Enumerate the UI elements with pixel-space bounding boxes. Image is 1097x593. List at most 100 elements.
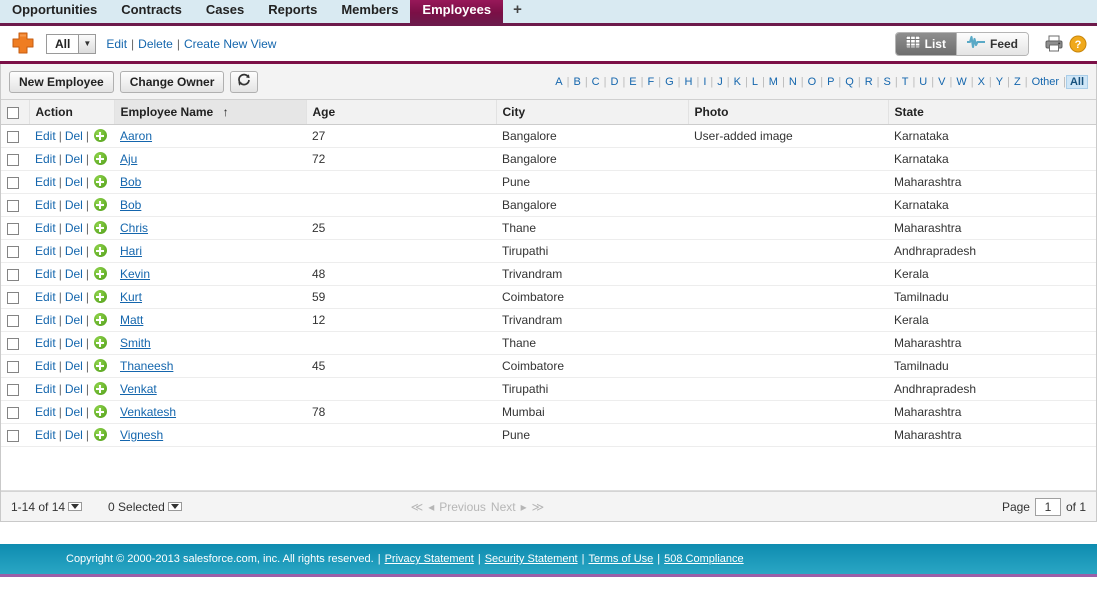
tab-reports[interactable]: Reports xyxy=(256,0,329,23)
column-header-employee-name[interactable]: Employee Name ↑ xyxy=(114,100,307,125)
alpha-filter-a[interactable]: A xyxy=(551,75,566,89)
list-view-select[interactable]: All ▼ xyxy=(46,33,97,54)
previous-page-arrow-icon[interactable]: ◂ xyxy=(428,500,434,514)
printer-icon[interactable] xyxy=(1045,35,1063,52)
edit-view-link[interactable]: Edit xyxy=(106,37,127,51)
add-circle-icon[interactable] xyxy=(93,290,107,303)
alpha-filter-q[interactable]: Q xyxy=(841,75,858,89)
row-checkbox[interactable] xyxy=(7,268,19,281)
row-edit-link[interactable]: Edit xyxy=(35,267,56,281)
alpha-filter-c[interactable]: C xyxy=(588,75,604,89)
employee-name-link[interactable]: Thaneesh xyxy=(120,359,173,373)
alpha-filter-p[interactable]: P xyxy=(823,75,838,89)
employee-name-link[interactable]: Venkatesh xyxy=(120,405,176,419)
column-header-action[interactable]: Action xyxy=(29,100,115,125)
security-statement-link[interactable]: Security Statement xyxy=(485,553,578,565)
alpha-filter-e[interactable]: E xyxy=(625,75,640,89)
add-circle-icon[interactable] xyxy=(93,175,107,188)
alpha-filter-h[interactable]: H xyxy=(681,75,697,89)
row-delete-link[interactable]: Del xyxy=(65,152,83,166)
alpha-filter-r[interactable]: R xyxy=(861,75,877,89)
alpha-filter-y[interactable]: Y xyxy=(992,75,1007,89)
row-checkbox[interactable] xyxy=(7,199,19,212)
employee-name-link[interactable]: Vignesh xyxy=(120,428,163,442)
row-edit-link[interactable]: Edit xyxy=(35,290,56,304)
alpha-filter-o[interactable]: O xyxy=(804,75,821,89)
row-delete-link[interactable]: Del xyxy=(65,313,83,327)
chevron-down-icon[interactable]: ▼ xyxy=(78,34,96,53)
change-owner-button[interactable]: Change Owner xyxy=(119,70,225,93)
alpha-filter-i[interactable]: I xyxy=(699,75,710,89)
add-circle-icon[interactable] xyxy=(93,267,107,280)
alpha-filter-j[interactable]: J xyxy=(713,75,727,89)
record-range-select[interactable]: 1-14 of 14 xyxy=(11,500,83,514)
alpha-filter-d[interactable]: D xyxy=(606,75,622,89)
privacy-statement-link[interactable]: Privacy Statement xyxy=(385,553,474,565)
row-checkbox[interactable] xyxy=(7,245,19,258)
alpha-filter-t[interactable]: T xyxy=(898,75,913,89)
alpha-filter-u[interactable]: U xyxy=(915,75,931,89)
row-checkbox[interactable] xyxy=(7,130,19,143)
page-number-input[interactable] xyxy=(1034,497,1061,516)
row-edit-link[interactable]: Edit xyxy=(35,313,56,327)
row-delete-link[interactable]: Del xyxy=(65,221,83,235)
row-edit-link[interactable]: Edit xyxy=(35,428,56,442)
row-delete-link[interactable]: Del xyxy=(65,244,83,258)
add-circle-icon[interactable] xyxy=(93,336,107,349)
row-checkbox[interactable] xyxy=(7,314,19,327)
selected-count-select[interactable]: 0 Selected xyxy=(108,500,182,514)
select-all-checkbox[interactable] xyxy=(7,106,19,119)
add-circle-icon[interactable] xyxy=(93,152,107,165)
add-circle-icon[interactable] xyxy=(93,244,107,257)
alpha-filter-f[interactable]: F xyxy=(644,75,659,89)
alpha-filter-m[interactable]: M xyxy=(765,75,782,89)
employee-name-link[interactable]: Matt xyxy=(120,313,143,327)
alpha-filter-b[interactable]: B xyxy=(569,75,584,89)
employee-name-link[interactable]: Bob xyxy=(120,198,141,212)
row-checkbox[interactable] xyxy=(7,153,19,166)
add-circle-icon[interactable] xyxy=(93,382,107,395)
row-delete-link[interactable]: Del xyxy=(65,198,83,212)
add-circle-icon[interactable] xyxy=(93,428,107,441)
row-edit-link[interactable]: Edit xyxy=(35,382,56,396)
tab-cases[interactable]: Cases xyxy=(194,0,256,23)
row-edit-link[interactable]: Edit xyxy=(35,221,56,235)
row-checkbox[interactable] xyxy=(7,337,19,350)
employee-name-link[interactable]: Smith xyxy=(120,336,151,350)
row-delete-link[interactable]: Del xyxy=(65,428,83,442)
row-edit-link[interactable]: Edit xyxy=(35,359,56,373)
first-page-button[interactable]: ≪ xyxy=(411,500,424,514)
column-header-city[interactable]: City xyxy=(496,100,689,125)
next-page-arrow-icon[interactable]: ▸ xyxy=(521,500,527,514)
tab-members[interactable]: Members xyxy=(329,0,410,23)
add-tab-button[interactable]: + xyxy=(503,0,532,23)
alpha-filter-s[interactable]: S xyxy=(880,75,895,89)
alpha-filter-k[interactable]: K xyxy=(730,75,745,89)
row-edit-link[interactable]: Edit xyxy=(35,244,56,258)
row-edit-link[interactable]: Edit xyxy=(35,129,56,143)
row-delete-link[interactable]: Del xyxy=(65,405,83,419)
column-header-state[interactable]: State xyxy=(888,100,1096,125)
row-checkbox[interactable] xyxy=(7,222,19,235)
list-mode-button[interactable]: List xyxy=(895,32,956,55)
column-header-photo[interactable]: Photo xyxy=(688,100,889,125)
row-edit-link[interactable]: Edit xyxy=(35,175,56,189)
employee-name-link[interactable]: Venkat xyxy=(120,382,157,396)
alpha-filter-l[interactable]: L xyxy=(748,75,762,89)
tab-employees[interactable]: Employees xyxy=(410,0,504,23)
employee-name-link[interactable]: Hari xyxy=(120,244,142,258)
row-edit-link[interactable]: Edit xyxy=(35,336,56,350)
alpha-filter-v[interactable]: V xyxy=(934,75,949,89)
feed-mode-button[interactable]: Feed xyxy=(955,32,1028,55)
row-checkbox[interactable] xyxy=(7,429,19,442)
employee-name-link[interactable]: Kurt xyxy=(120,290,142,304)
row-delete-link[interactable]: Del xyxy=(65,175,83,189)
row-edit-link[interactable]: Edit xyxy=(35,405,56,419)
row-checkbox[interactable] xyxy=(7,383,19,396)
employee-name-link[interactable]: Chris xyxy=(120,221,148,235)
terms-of-use-link[interactable]: Terms of Use xyxy=(588,553,653,565)
row-checkbox[interactable] xyxy=(7,406,19,419)
add-circle-icon[interactable] xyxy=(93,198,107,211)
alpha-filter-z[interactable]: Z xyxy=(1010,75,1025,89)
row-checkbox[interactable] xyxy=(7,360,19,373)
